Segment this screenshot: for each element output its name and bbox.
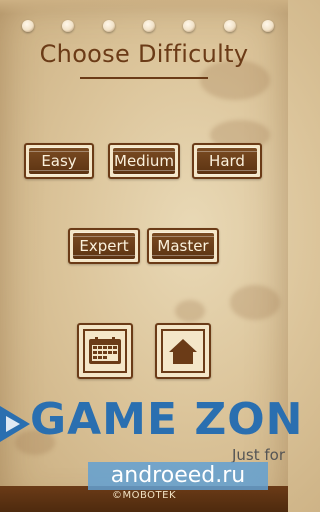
binder-hole [262,20,274,32]
binder-hole [224,20,236,32]
binder-hole [143,20,155,32]
copyright-text: ©MOBOTEK [111,490,177,501]
title-underline [80,77,208,79]
binder-hole [183,20,195,32]
home-button[interactable] [155,323,211,379]
calendar-button[interactable] [77,323,133,379]
game-zone-logo-icon [0,406,30,442]
binder-hole [103,20,115,32]
game-zone-banner: GAME ZON Just for [0,394,302,464]
master-button-label: Master [152,232,214,260]
master-button[interactable]: Master [147,228,219,264]
home-icon [169,339,197,364]
binder-hole [62,20,74,32]
screen-title: Choose Difficulty [39,40,249,68]
binder-hole [22,20,34,32]
paper-top-edge [0,0,288,14]
expert-button-label: Expert [73,232,135,260]
home-button-frame [161,329,205,373]
medium-button-label: Medium [113,147,175,175]
calendar-icon [89,337,121,364]
expert-button[interactable]: Expert [68,228,140,264]
medium-button[interactable]: Medium [108,143,180,179]
easy-button[interactable]: Easy [24,143,94,179]
calendar-button-frame [83,329,127,373]
site-watermark: androeed.ru [88,462,268,490]
coffee-stain [175,300,205,322]
easy-button-label: Easy [29,147,89,175]
hard-button-label: Hard [197,147,257,175]
hard-button[interactable]: Hard [192,143,262,179]
banner-title: GAME ZON [30,394,304,445]
coffee-stain [230,285,280,320]
